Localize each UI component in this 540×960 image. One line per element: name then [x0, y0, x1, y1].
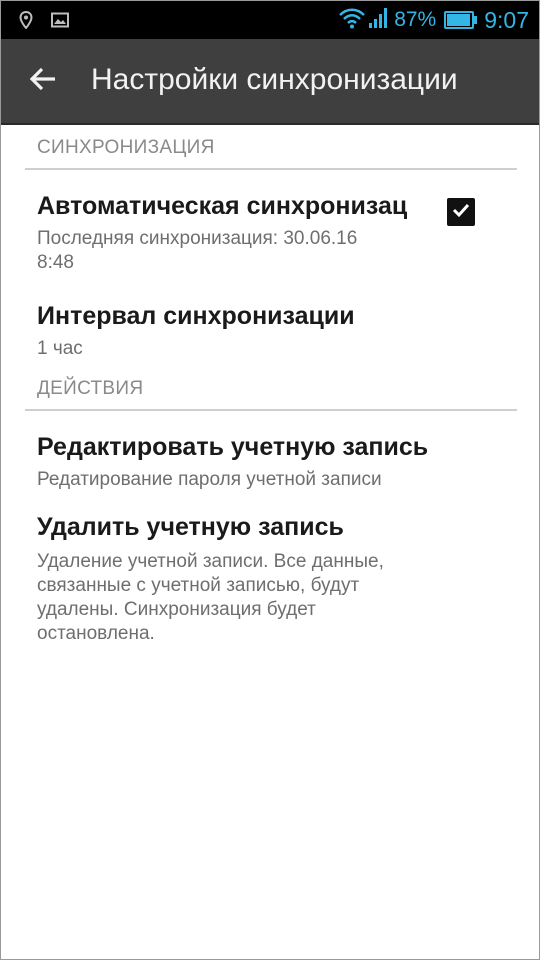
settings-list: СИНХРОНИЗАЦИЯ Автоматическая синхронизац…: [1, 125, 539, 646]
clock: 9:07: [484, 6, 529, 33]
summary-line: остановлена.: [37, 623, 155, 644]
pref-sync-interval[interactable]: Интервал синхронизации 1 час: [1, 280, 539, 359]
status-right: 87% 9:07: [338, 5, 529, 35]
pref-delete-account[interactable]: Удалить учетную запись Удаление учетной …: [1, 495, 539, 646]
pref-auto-sync-title: Автоматическая синхронизац: [37, 192, 408, 220]
image-icon: [51, 12, 69, 33]
pref-auto-sync-summary-line2: 8:48: [37, 252, 74, 273]
battery-icon: [444, 11, 478, 29]
pref-delete-account-summary: Удаление учетной записи. Все данные, свя…: [37, 550, 499, 646]
status-bar: 87% 9:07: [1, 1, 539, 39]
signal-icon: [368, 7, 388, 34]
pref-sync-interval-summary: 1 час: [37, 338, 83, 359]
section-header-actions: ДЕЙСТВИЯ: [25, 366, 517, 411]
status-left-icons: [19, 10, 69, 34]
arrow-left-icon: [29, 67, 57, 96]
back-button[interactable]: [23, 61, 63, 101]
location-icon: [19, 10, 33, 34]
pref-delete-account-title: Удалить учетную запись: [37, 513, 344, 541]
pref-edit-account-summary: Редатирование пароля учетной записи: [37, 469, 382, 490]
pref-auto-sync-summary: Последняя синхронизация: 30.06.16 8:48: [37, 227, 499, 275]
auto-sync-checkbox[interactable]: [447, 198, 475, 226]
pref-auto-sync[interactable]: Автоматическая синхронизац Последняя син…: [1, 170, 539, 280]
battery-level-fill: [447, 14, 470, 26]
summary-line: связанные с учетной записью, будут: [37, 575, 360, 596]
battery-percent: 87%: [394, 8, 437, 31]
pref-edit-account[interactable]: Редактировать учетную запись Редатирован…: [1, 411, 539, 495]
screen: 87% 9:07 Настройки синхронизации СИНХРОН…: [0, 0, 540, 960]
summary-line: удалены. Синхронизация будет: [37, 599, 316, 620]
checkmark-icon: [452, 202, 470, 223]
pref-sync-interval-title: Интервал синхронизации: [37, 302, 355, 330]
action-bar: Настройки синхронизации: [1, 39, 539, 125]
wifi-icon: [338, 7, 366, 34]
summary-line: Удаление учетной записи. Все данные,: [37, 551, 384, 572]
section-header-sync: СИНХРОНИЗАЦИЯ: [25, 125, 517, 170]
pref-edit-account-title: Редактировать учетную запись: [37, 433, 429, 461]
page-title: Настройки синхронизации: [91, 63, 458, 96]
pref-auto-sync-summary-line1: Последняя синхронизация: 30.06.16: [37, 228, 358, 249]
